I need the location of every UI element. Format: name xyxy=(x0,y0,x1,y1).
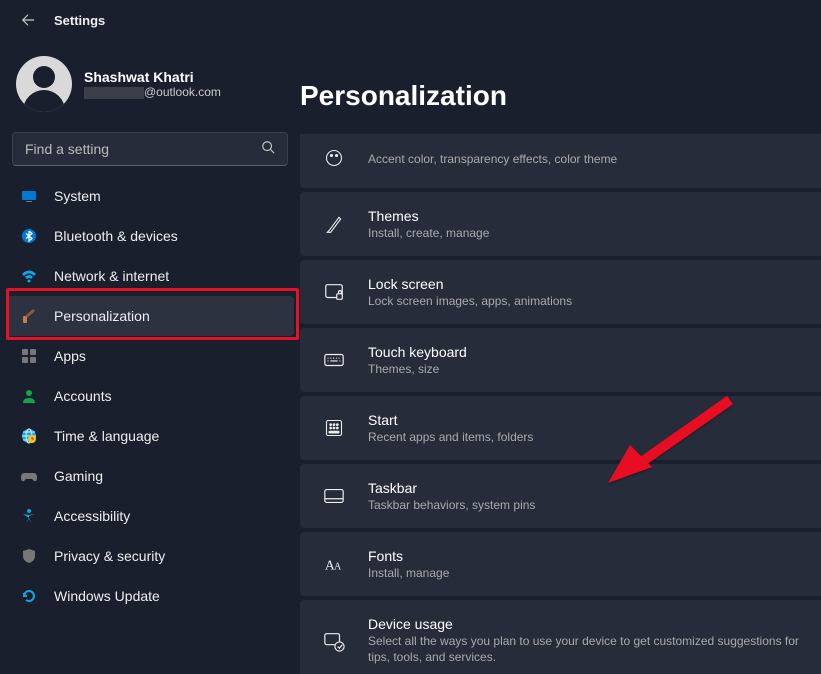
setting-card-themes[interactable]: Themes Install, create, manage xyxy=(300,192,821,256)
search-box[interactable] xyxy=(12,132,288,166)
apps-icon xyxy=(20,347,38,365)
setting-card-deviceusage[interactable]: Device usage Select all the ways you pla… xyxy=(300,600,821,674)
sidebar-item-label: Privacy & security xyxy=(54,548,165,564)
card-title: Device usage xyxy=(368,616,801,632)
card-subtitle: Install, create, manage xyxy=(368,226,489,240)
themes-icon xyxy=(320,210,348,238)
sidebar-item-gaming[interactable]: Gaming xyxy=(6,456,294,496)
sidebar-item-label: Bluetooth & devices xyxy=(54,228,178,244)
card-title: Start xyxy=(368,412,533,428)
setting-card-taskbar[interactable]: Taskbar Taskbar behaviors, system pins xyxy=(300,464,821,528)
back-button[interactable] xyxy=(16,8,40,32)
display-icon xyxy=(20,187,38,205)
gaming-icon xyxy=(20,467,38,485)
svg-text:A: A xyxy=(334,562,342,573)
update-icon xyxy=(20,587,38,605)
setting-card-lockscreen[interactable]: Lock screen Lock screen images, apps, an… xyxy=(300,260,821,324)
sidebar-item-label: Apps xyxy=(54,348,86,364)
sidebar-item-label: System xyxy=(54,188,101,204)
sidebar-item-bluetooth[interactable]: Bluetooth & devices xyxy=(6,216,294,256)
user-email: @outlook.com xyxy=(84,85,221,99)
setting-card-fonts[interactable]: AA Fonts Install, manage xyxy=(300,532,821,596)
keyboard-icon xyxy=(320,346,348,374)
sidebar-item-time[interactable]: Time & language xyxy=(6,416,294,456)
card-subtitle: Taskbar behaviors, system pins xyxy=(368,498,535,512)
paint-icon xyxy=(20,307,38,325)
setting-card-start[interactable]: Start Recent apps and items, folders xyxy=(300,396,821,460)
setting-card-touchkeyboard[interactable]: Touch keyboard Themes, size xyxy=(300,328,821,392)
nav: System Bluetooth & devices Network & int… xyxy=(6,176,294,616)
card-title: Fonts xyxy=(368,548,449,564)
bluetooth-icon xyxy=(20,227,38,245)
sidebar-item-label: Accessibility xyxy=(54,508,130,524)
search-icon xyxy=(261,140,275,159)
sidebar-item-label: Time & language xyxy=(54,428,159,444)
sidebar-item-label: Windows Update xyxy=(54,588,160,604)
colors-icon xyxy=(320,144,348,172)
sidebar-item-network[interactable]: Network & internet xyxy=(6,256,294,296)
accessibility-icon xyxy=(20,507,38,525)
device-usage-icon xyxy=(320,627,348,655)
accounts-icon xyxy=(20,387,38,405)
card-subtitle: Lock screen images, apps, animations xyxy=(368,294,572,308)
sidebar-item-system[interactable]: System xyxy=(6,176,294,216)
sidebar-item-apps[interactable]: Apps xyxy=(6,336,294,376)
fonts-icon: AA xyxy=(320,550,348,578)
setting-card-colors[interactable]: Accent color, transparency effects, colo… xyxy=(300,134,821,188)
search-input[interactable] xyxy=(25,141,261,157)
lockscreen-icon xyxy=(320,278,348,306)
start-icon xyxy=(320,414,348,442)
card-title: Themes xyxy=(368,208,489,224)
sidebar-item-update[interactable]: Windows Update xyxy=(6,576,294,616)
sidebar-item-accessibility[interactable]: Accessibility xyxy=(6,496,294,536)
page-title: Personalization xyxy=(300,80,821,112)
sidebar-item-label: Network & internet xyxy=(54,268,169,284)
avatar xyxy=(16,56,72,112)
sidebar-item-personalization[interactable]: Personalization xyxy=(6,296,294,336)
shield-icon xyxy=(20,547,38,565)
sidebar-item-label: Gaming xyxy=(54,468,103,484)
content: Personalization Accent color, transparen… xyxy=(300,40,821,674)
header: Settings xyxy=(0,0,821,40)
card-subtitle: Themes, size xyxy=(368,362,467,376)
sidebar-item-label: Personalization xyxy=(54,308,150,324)
sidebar-item-accounts[interactable]: Accounts xyxy=(6,376,294,416)
card-subtitle: Accent color, transparency effects, colo… xyxy=(368,152,617,166)
globe-icon xyxy=(20,427,38,445)
card-subtitle: Recent apps and items, folders xyxy=(368,430,533,444)
sidebar-item-privacy[interactable]: Privacy & security xyxy=(6,536,294,576)
card-title: Touch keyboard xyxy=(368,344,467,360)
sidebar-item-label: Accounts xyxy=(54,388,112,404)
card-subtitle: Select all the ways you plan to use your… xyxy=(368,634,801,665)
header-title: Settings xyxy=(54,13,105,28)
card-title: Taskbar xyxy=(368,480,535,496)
sidebar: Shashwat Khatri @outlook.com System Blue… xyxy=(0,40,300,674)
taskbar-icon xyxy=(320,482,348,510)
card-subtitle: Install, manage xyxy=(368,566,449,580)
wifi-icon xyxy=(20,267,38,285)
user-name: Shashwat Khatri xyxy=(84,69,221,85)
user-profile[interactable]: Shashwat Khatri @outlook.com xyxy=(6,50,294,122)
card-title: Lock screen xyxy=(368,276,572,292)
